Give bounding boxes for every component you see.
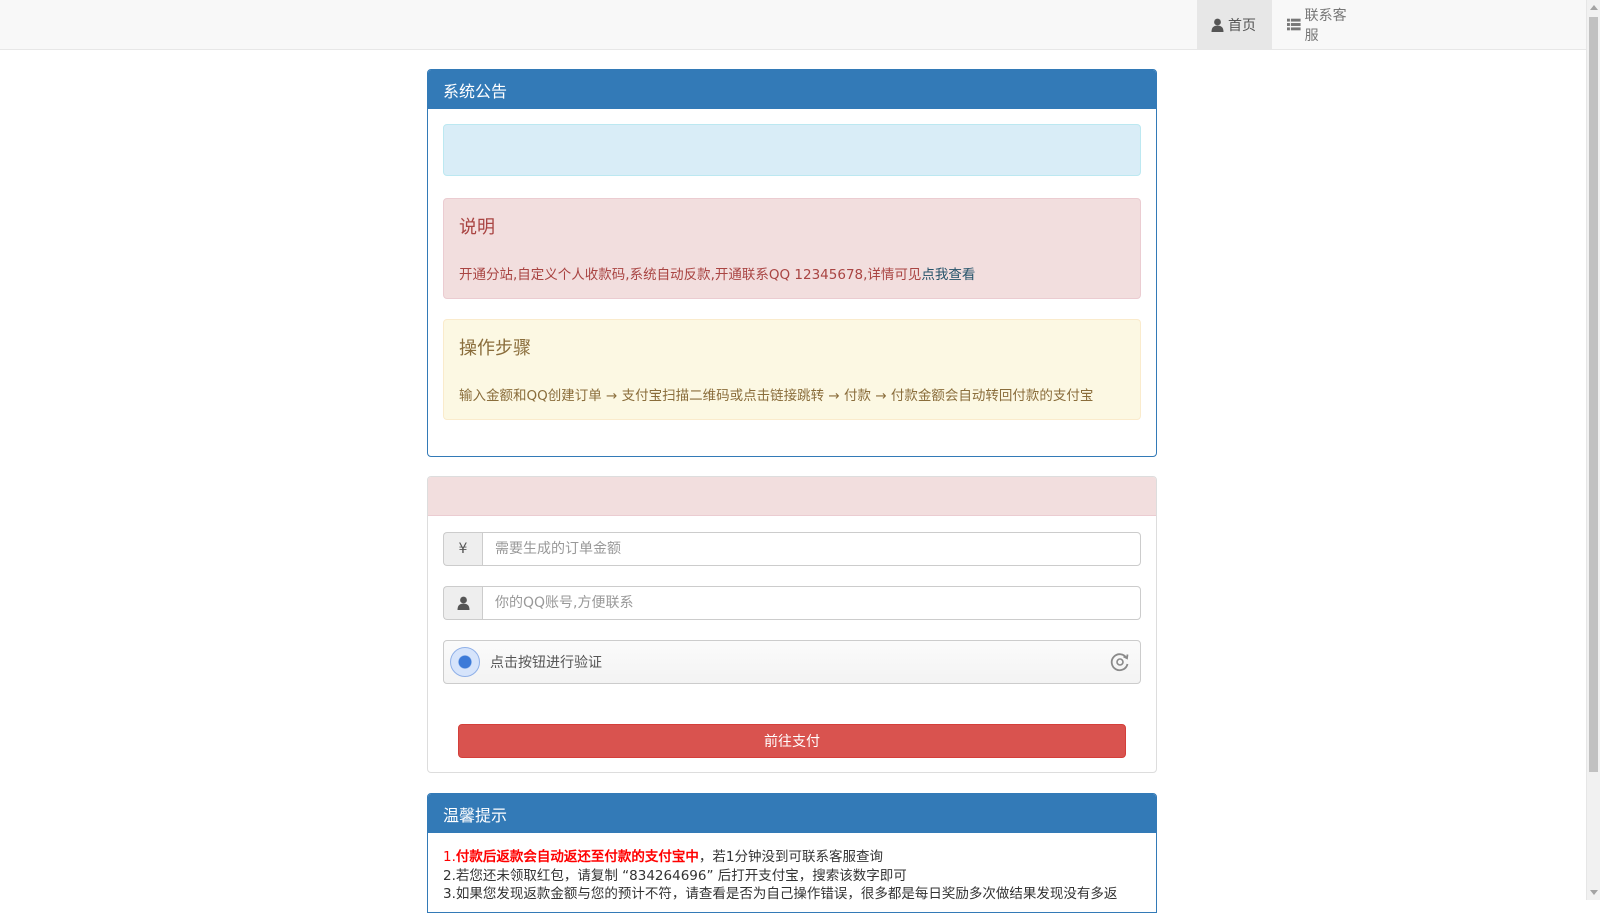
top-navbar: 首页 联系客服 xyxy=(0,0,1586,50)
captcha-verify-button[interactable]: 点击按钮进行验证 xyxy=(443,640,1141,684)
go-pay-button[interactable]: 前往支付 xyxy=(458,724,1126,758)
description-text: 开通分站,自定义个人收款码,系统自动反款,开通联系QQ 12345678,详情可… xyxy=(459,263,975,283)
scroll-down-arrow[interactable] xyxy=(1590,890,1598,895)
tips-panel: 温馨提示 1.付款后返款会自动返还至付款的支付宝中，若1分钟没到可联系客服查询 … xyxy=(427,793,1157,913)
tip-line-1: 1.付款后返款会自动返还至付款的支付宝中，若1分钟没到可联系客服查询 xyxy=(443,848,1141,867)
yen-icon: ¥ xyxy=(443,532,482,566)
nav-home-label: 首页 xyxy=(1228,17,1256,34)
user-icon xyxy=(1211,18,1224,32)
description-body: 开通分站,自定义个人收款码,系统自动反款,开通联系QQ 12345678,详情可… xyxy=(459,267,922,283)
tip-1-highlight: 付款后返款会自动返还至付款的支付宝中 xyxy=(455,849,699,865)
nav-contact-support[interactable]: 联系客服 xyxy=(1273,0,1373,49)
qq-input-group xyxy=(443,586,1141,620)
page-scrollbar[interactable] xyxy=(1586,0,1600,900)
nav-contact-support-label: 联系客服 xyxy=(1304,7,1347,44)
refresh-icon[interactable] xyxy=(1110,652,1130,672)
order-panel: ¥ 点击按钮进行验证 前往支付 xyxy=(427,476,1157,773)
steps-text: 输入金额和QQ创建订单 → 支付宝扫描二维码或点击链接跳转 → 付款 → 付款金… xyxy=(459,388,1094,404)
list-icon xyxy=(1287,18,1301,31)
amount-input-group: ¥ xyxy=(443,532,1141,566)
order-panel-heading xyxy=(428,477,1156,516)
info-alert xyxy=(443,124,1141,176)
captcha-label: 点击按钮进行验证 xyxy=(490,655,602,671)
steps-heading: 操作步骤 xyxy=(459,338,531,359)
steps-alert: 操作步骤 输入金额和QQ创建订单 → 支付宝扫描二维码或点击链接跳转 → 付款 … xyxy=(443,319,1141,420)
tip-line-3: 3.如果您发现返款金额与您的预计不符，请查看是否为自己操作错误，很多都是每日奖励… xyxy=(443,886,1118,902)
user-icon xyxy=(443,586,482,620)
nav-home[interactable]: 首页 xyxy=(1197,0,1272,49)
tips-panel-title: 温馨提示 xyxy=(428,794,1156,833)
tip-line-2: 2.若您还未领取红包，请复制 “834264696” 后打开支付宝，搜索该数字即… xyxy=(443,867,907,884)
amount-input[interactable] xyxy=(482,532,1141,566)
description-heading: 说明 xyxy=(459,217,495,238)
scroll-thumb[interactable] xyxy=(1589,17,1598,772)
notice-panel-title: 系统公告 xyxy=(428,70,1156,109)
notice-panel: 系统公告 说明 开通分站,自定义个人收款码,系统自动反款,开通联系QQ 1234… xyxy=(427,69,1157,457)
description-alert: 说明 开通分站,自定义个人收款码,系统自动反款,开通联系QQ 12345678,… xyxy=(443,198,1141,299)
tips-body: 1.付款后返款会自动返还至付款的支付宝中，若1分钟没到可联系客服查询 2.若您还… xyxy=(428,833,1156,904)
view-details-link[interactable]: 点我查看 xyxy=(921,267,975,283)
scroll-up-arrow[interactable] xyxy=(1590,5,1598,10)
tip-1-rest: ，若1分钟没到可联系客服查询 xyxy=(698,849,883,865)
qq-input[interactable] xyxy=(482,586,1141,620)
tip-1-number: 1. xyxy=(443,849,456,865)
captcha-knob-icon xyxy=(450,647,480,677)
